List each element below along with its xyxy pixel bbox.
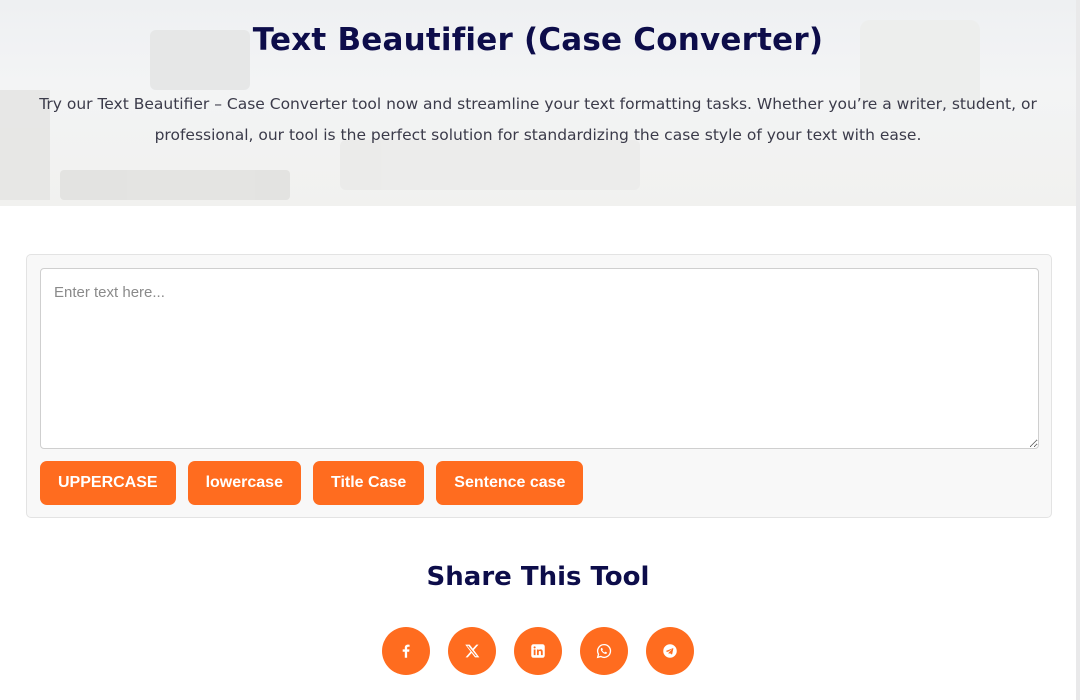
share-facebook-button[interactable] bbox=[382, 627, 430, 675]
text-input[interactable] bbox=[40, 268, 1039, 449]
hero-banner: Text Beautifier (Case Converter) Try our… bbox=[0, 0, 1076, 206]
telegram-icon bbox=[663, 644, 677, 658]
page-title: Text Beautifier (Case Converter) bbox=[252, 22, 824, 58]
share-buttons bbox=[382, 627, 694, 675]
page-description: Try our Text Beautifier – Case Converter… bbox=[39, 95, 1037, 144]
lowercase-button[interactable]: lowercase bbox=[187, 461, 301, 505]
share-telegram-button[interactable] bbox=[646, 627, 694, 675]
scrollbar[interactable] bbox=[1076, 0, 1080, 700]
case-button-group: UPPERCASE lowercase Title Case Sentence … bbox=[40, 461, 584, 505]
share-linkedin-button[interactable] bbox=[514, 627, 562, 675]
title-case-button[interactable]: Title Case bbox=[312, 461, 425, 505]
whatsapp-icon bbox=[596, 643, 612, 659]
x-twitter-icon bbox=[465, 644, 480, 658]
case-converter-card: UPPERCASE lowercase Title Case Sentence … bbox=[26, 254, 1052, 518]
facebook-icon bbox=[402, 644, 410, 658]
share-section-title: Share This Tool bbox=[426, 562, 650, 592]
sentence-case-button[interactable]: Sentence case bbox=[436, 461, 584, 505]
linkedin-icon bbox=[531, 644, 545, 658]
uppercase-button[interactable]: UPPERCASE bbox=[40, 461, 176, 505]
share-x-button[interactable] bbox=[448, 627, 496, 675]
share-whatsapp-button[interactable] bbox=[580, 627, 628, 675]
